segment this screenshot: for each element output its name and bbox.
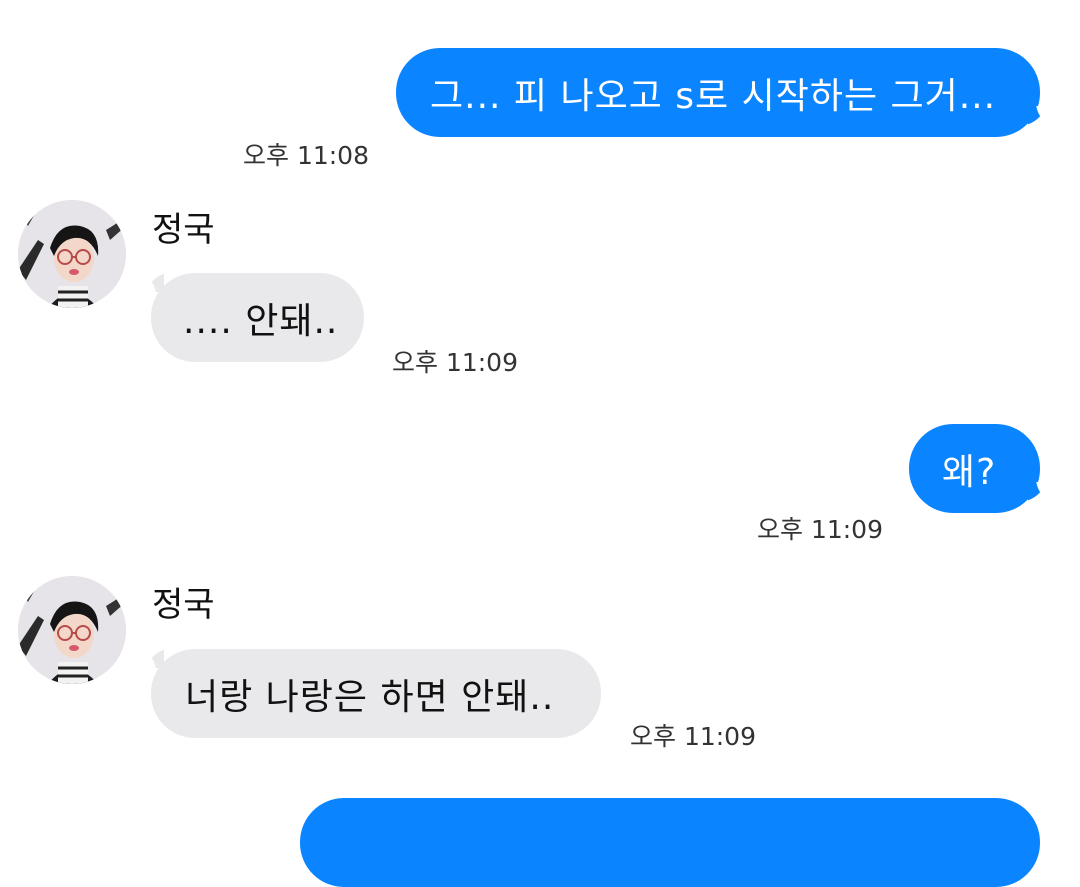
avatar[interactable] (18, 200, 126, 308)
message-timestamp: 오후 11:09 (630, 722, 756, 751)
avatar-image (18, 200, 126, 308)
bubble-tail (1028, 106, 1054, 136)
bubble-tail (138, 262, 164, 292)
message-timestamp: 오후 11:09 (757, 515, 883, 544)
message-bubble-outgoing[interactable] (300, 798, 1040, 887)
message-text: 그... 피 나오고 s로 시작하는 그거... (430, 75, 997, 117)
avatar-image (18, 576, 126, 684)
message-text: 왜? (942, 451, 997, 493)
bubble-tail (138, 638, 164, 668)
sender-name: 정국 (152, 585, 215, 625)
message-bubble-outgoing[interactable]: 그... 피 나오고 s로 시작하는 그거... (396, 48, 1040, 137)
message-text: 너랑 나랑은 하면 안돼.. (185, 676, 555, 718)
message-timestamp: 오후 11:08 (243, 141, 369, 170)
message-bubble-incoming[interactable]: .... 안돼.. (151, 273, 364, 362)
bubble-tail (1028, 482, 1054, 512)
message-timestamp: 오후 11:09 (392, 348, 518, 377)
message-bubble-outgoing[interactable]: 왜? (909, 424, 1040, 513)
message-bubble-incoming[interactable]: 너랑 나랑은 하면 안돼.. (151, 649, 601, 738)
sender-name: 정국 (152, 210, 215, 250)
avatar[interactable] (18, 576, 126, 684)
message-text: .... 안돼.. (183, 300, 339, 342)
